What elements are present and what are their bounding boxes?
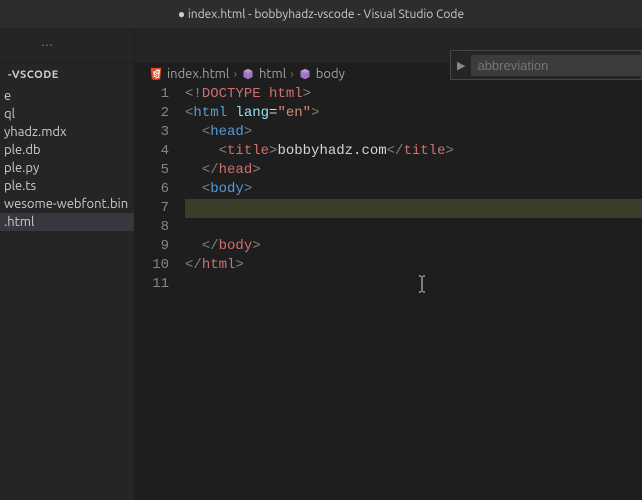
breadcrumb-node[interactable]: body (316, 67, 345, 81)
sidebar-top-row: ··· (0, 28, 134, 63)
code-line[interactable]: <title>bobbyhadz.com</title> (185, 142, 642, 161)
code-line[interactable]: <html lang="en"> (185, 104, 642, 123)
line-number: 9 (135, 237, 169, 256)
code-line[interactable]: <head> (185, 123, 642, 142)
code-line[interactable]: <body> (185, 180, 642, 199)
line-number: 8 (135, 218, 169, 237)
text-cursor-icon (417, 275, 429, 293)
code-line[interactable] (185, 199, 642, 218)
code-area[interactable]: <!DOCTYPE html> <html lang="en"> <head> … (185, 85, 642, 500)
line-number: 5 (135, 161, 169, 180)
breadcrumb-file[interactable]: index.html (167, 67, 229, 81)
editor-body[interactable]: 1 2 3 4 5 6 7 8 9 10 11 <!DOCTYPE html> … (135, 85, 642, 500)
code-line[interactable]: <!DOCTYPE html> (185, 85, 642, 104)
line-number: 6 (135, 180, 169, 199)
code-line[interactable]: </head> (185, 161, 642, 180)
line-number: 4 (135, 142, 169, 161)
file-list: e ql yhadz.mdx ple.db ple.py ple.ts weso… (0, 87, 134, 500)
code-line[interactable]: </html> (185, 256, 642, 275)
line-number: 2 (135, 104, 169, 123)
line-number: 7 (135, 199, 169, 218)
file-item-active[interactable]: .html (0, 213, 134, 231)
line-number-gutter: 1 2 3 4 5 6 7 8 9 10 11 (135, 85, 185, 500)
file-item[interactable]: wesome-webfont.bin (0, 195, 134, 213)
explorer-root-label[interactable]: -VSCODE (0, 63, 134, 87)
more-actions-button[interactable]: ··· (0, 28, 95, 62)
main-area: ··· -VSCODE e ql yhadz.mdx ple.db ple.py… (0, 28, 642, 500)
file-item[interactable]: ple.db (0, 141, 134, 159)
chevron-right-icon: › (290, 67, 294, 81)
sidebar: ··· -VSCODE e ql yhadz.mdx ple.db ple.py… (0, 28, 135, 500)
file-item[interactable]: e (0, 87, 134, 105)
chevron-right-icon: › (233, 67, 237, 81)
symbol-icon (241, 67, 255, 81)
breadcrumb-node[interactable]: html (259, 67, 286, 81)
file-item[interactable]: ple.py (0, 159, 134, 177)
line-number: 11 (135, 275, 169, 294)
line-number: 10 (135, 256, 169, 275)
file-item[interactable]: ql (0, 105, 134, 123)
ellipsis-icon: ··· (41, 38, 54, 52)
editor-pane: index.html index.html › html › body ▶ Aa (135, 28, 642, 500)
code-line[interactable] (185, 275, 642, 294)
file-item[interactable]: yhadz.mdx (0, 123, 134, 141)
line-number: 1 (135, 85, 169, 104)
chevron-right-icon[interactable]: ▶ (457, 59, 465, 72)
find-widget[interactable]: ▶ Aa (450, 50, 642, 80)
code-line[interactable]: </body> (185, 237, 642, 256)
window-titlebar: ● index.html - bobbyhadz-vscode - Visual… (0, 0, 642, 28)
find-input[interactable] (471, 55, 642, 76)
html5-icon (149, 67, 163, 81)
code-line[interactable] (185, 218, 642, 237)
file-item[interactable]: ple.ts (0, 177, 134, 195)
window-title-text: ● index.html - bobbyhadz-vscode - Visual… (178, 7, 464, 21)
symbol-icon (298, 67, 312, 81)
line-number: 3 (135, 123, 169, 142)
